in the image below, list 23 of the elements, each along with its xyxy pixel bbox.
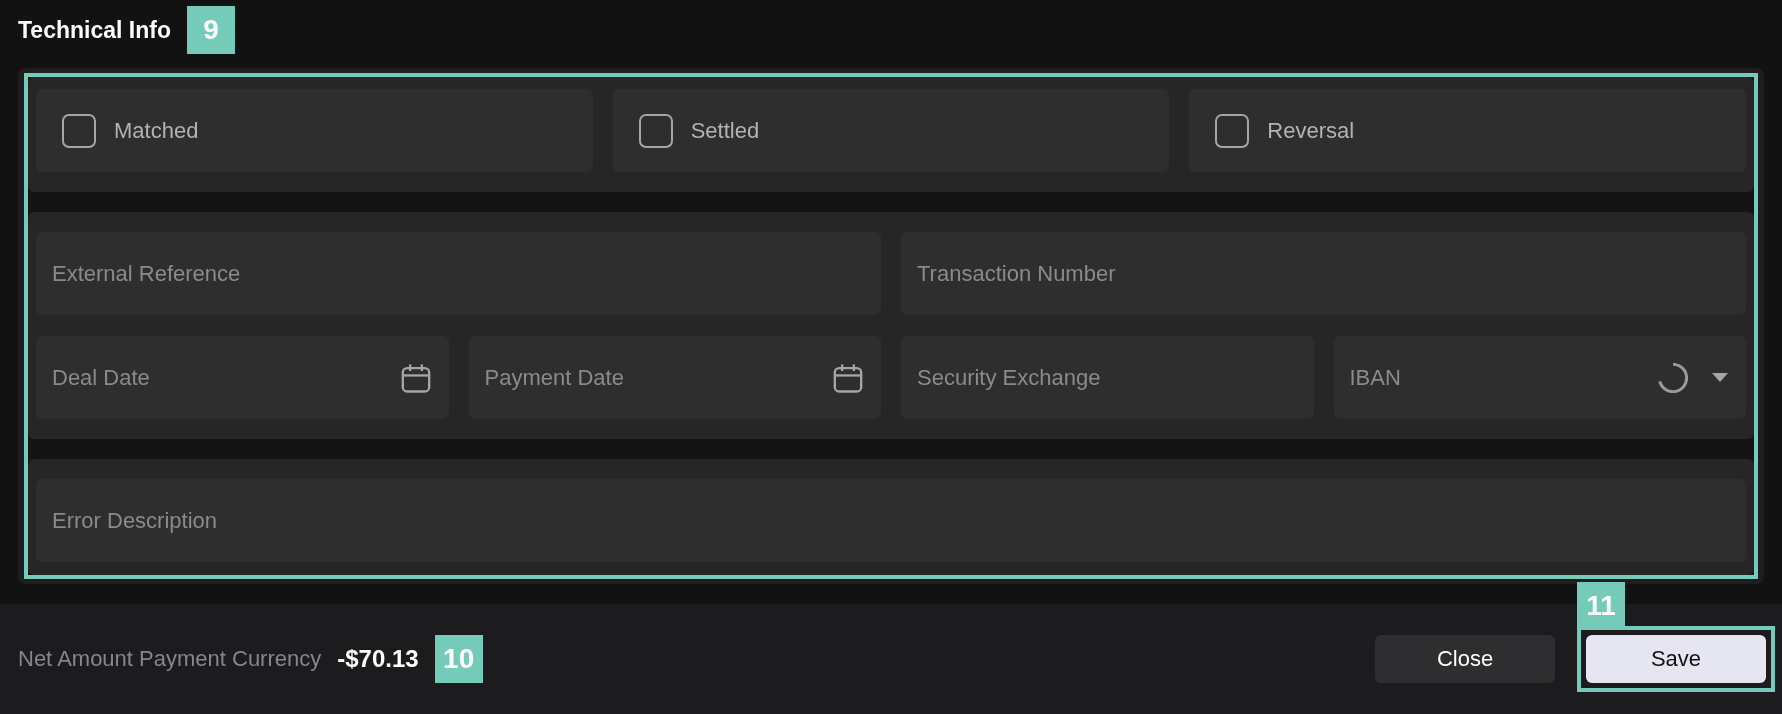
input-field[interactable]: Error Description <box>36 479 1746 562</box>
annotation-badge: 10 <box>434 635 483 683</box>
annotation-badge: 9 <box>186 6 235 54</box>
input-field[interactable]: Transaction Number <box>901 232 1746 315</box>
calendar-icon[interactable] <box>400 362 431 393</box>
calendar-icon[interactable] <box>833 362 863 393</box>
section-title: Technical Info <box>18 16 171 44</box>
checkbox[interactable] <box>62 113 96 148</box>
input-field[interactable]: Security Exchange <box>901 336 1314 419</box>
save-button[interactable]: Save <box>1586 635 1766 683</box>
checkbox[interactable] <box>638 113 673 148</box>
input-field[interactable]: External Reference <box>36 232 881 315</box>
checkbox-label: Reversal <box>1267 117 1355 144</box>
checkbox-label: Settled <box>690 117 760 144</box>
net-amount-value: -$70.13 <box>337 645 419 673</box>
date-field[interactable]: Payment Date <box>468 336 881 419</box>
date-field[interactable]: Deal Date <box>36 336 449 419</box>
checkbox[interactable] <box>1215 113 1250 148</box>
dropdown-caret-icon[interactable] <box>1712 373 1728 382</box>
select-field[interactable]: IBAN <box>1333 336 1746 419</box>
net-amount-label: Net Amount Payment Currency <box>18 646 322 672</box>
close-button[interactable]: Close <box>1375 635 1555 683</box>
checkbox-label: Matched <box>114 117 199 144</box>
